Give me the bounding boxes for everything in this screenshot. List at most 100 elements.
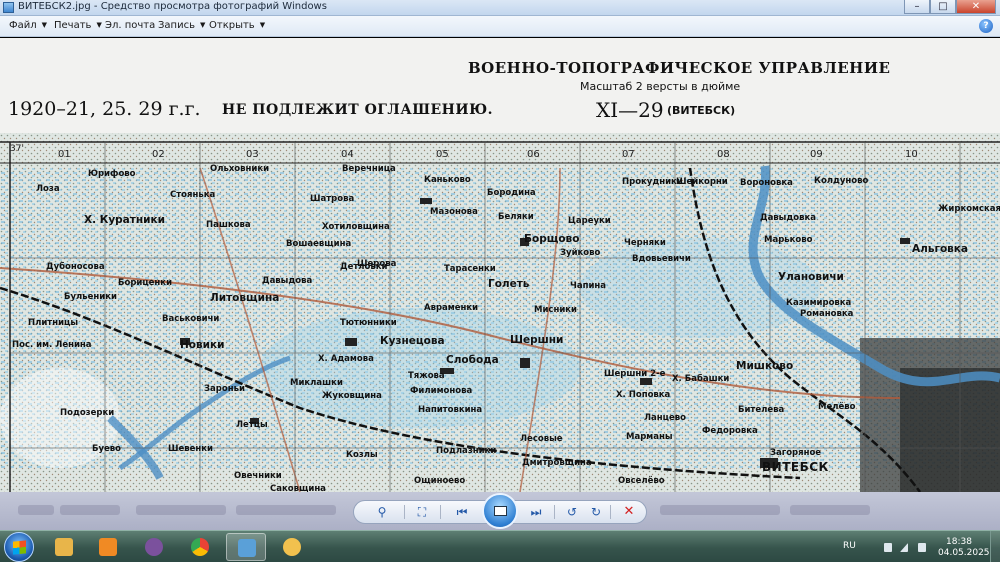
map-column-number: 03 [246, 149, 259, 160]
menu-open[interactable]: Открыть ▼ [209, 20, 265, 31]
delete-icon[interactable]: ✕ [619, 503, 639, 521]
separator [554, 505, 555, 519]
input-language[interactable]: RU [843, 541, 856, 551]
menu-email[interactable]: Эл. почта [105, 20, 155, 31]
map-place-label: Филимонова [410, 386, 473, 396]
media-player-icon [99, 538, 117, 556]
map-place-label: Новики [180, 339, 225, 351]
viewer-toolbar: ⚲ ⛶ ⏮ ⏭ ↺ ↻ ✕ [0, 492, 1000, 530]
taskbar-chrome[interactable] [180, 533, 220, 561]
map-place-label: Летцы [236, 420, 268, 430]
system-clock[interactable]: 18:38 04.05.2025 [938, 537, 990, 559]
map-scale: Масштаб 2 версты в дюйме [580, 80, 741, 93]
start-button[interactable] [4, 532, 34, 562]
chrome-icon [191, 538, 209, 556]
map-place-label: Пос. им. Ленина [12, 340, 92, 350]
map-place-label: Шейкорни [676, 177, 728, 187]
map-secrecy-note: НЕ ПОДЛЕЖИТ ОГЛАШЕНИЮ. [222, 102, 493, 118]
map-place-label: Беляки [498, 212, 534, 222]
window-controls: – □ ✕ [904, 0, 996, 16]
map-place-label: Шершни 2-е [604, 369, 666, 379]
menu-print-label: Печать [54, 20, 92, 31]
volume-icon[interactable] [918, 543, 926, 552]
actual-size-icon[interactable]: ⛶ [412, 503, 432, 521]
zoom-icon[interactable]: ⚲ [372, 503, 392, 521]
map-place-label: Давыдова [262, 276, 313, 286]
map-place-label: Загоряное [770, 448, 822, 458]
next-icon[interactable]: ⏭ [526, 503, 546, 521]
map-place-label: Мишково [736, 360, 794, 372]
previous-icon[interactable]: ⏮ [452, 503, 472, 521]
blurred-status-text [236, 505, 336, 515]
map-place-label: Ощиноево [414, 476, 466, 486]
taskbar-photo-viewer[interactable] [226, 533, 266, 561]
signal-icon[interactable] [900, 543, 908, 552]
map-place-label: Миклашки [290, 378, 343, 388]
clock-date: 04.05.2025 [938, 548, 990, 558]
map-place-label: Цареуки [568, 216, 611, 226]
map-place-label: Юрифово [88, 169, 136, 179]
photo-viewer-icon [238, 539, 256, 557]
map-place-label: Х. Поповка [616, 390, 671, 400]
map-place-label: Дмитровщина [522, 458, 592, 468]
map-place-label: Федоровка [702, 426, 758, 436]
menu-burn-label: Запись [158, 20, 195, 31]
map-place-label: Мазонова [430, 207, 478, 217]
map-place-label: Жуковщина [322, 391, 382, 401]
map-column-number: 04 [341, 149, 354, 160]
map-place-label: Х. Адамова [318, 354, 374, 364]
taskbar-explorer[interactable] [44, 533, 84, 561]
taskbar-media-player[interactable] [88, 533, 128, 561]
map-column-number: 06 [527, 149, 540, 160]
help-icon[interactable]: ? [979, 19, 993, 33]
rotate-right-icon[interactable]: ↻ [586, 503, 606, 521]
map-place-label: Бориценки [118, 278, 173, 288]
separator [404, 505, 405, 519]
taskbar-paint[interactable] [272, 533, 312, 561]
chevron-down-icon: ▼ [41, 21, 48, 29]
minimize-button[interactable]: – [904, 0, 930, 14]
map-city-label: ВИТЕБСК [762, 460, 829, 474]
blurred-status-text [18, 505, 54, 515]
menu-file[interactable]: Файл ▼ [9, 20, 47, 31]
rotate-left-icon[interactable]: ↺ [562, 503, 582, 521]
map-place-label: Веречница [342, 164, 396, 174]
map-place-label: Овселёво [618, 476, 665, 486]
map-place-label: Вошаевщина [286, 239, 352, 249]
map-place-label: Романовка [800, 309, 854, 319]
map-place-label: Улановичи [778, 271, 844, 283]
map-place-label: Ольховники [210, 164, 270, 174]
image-viewport[interactable]: ВОЕННО-ТОПОГРАФИЧЕСКОЕ УПРАВЛЕНИЕ Масшта… [0, 38, 1000, 492]
map-place-label: Х. Куратники [84, 214, 165, 226]
close-button[interactable]: ✕ [956, 0, 996, 14]
menu-print[interactable]: Печать ▼ [54, 20, 102, 31]
photo-viewer-app-icon [3, 2, 14, 13]
map-place-label: Подлазники [436, 446, 497, 456]
map-place-label: Каньково [424, 175, 471, 185]
viber-icon [145, 538, 163, 556]
menu-burn[interactable]: Запись ▼ [158, 20, 205, 31]
map-place-label: Зуйково [560, 248, 601, 258]
map-column-number: 10 [905, 149, 918, 160]
map-place-label: Слобода [446, 354, 499, 366]
map-place-label: Борщово [524, 233, 580, 245]
show-desktop-button[interactable] [990, 531, 1000, 562]
slideshow-button[interactable] [482, 493, 518, 529]
map-place-label: Вдовьевичи [632, 254, 691, 264]
map-place-label: Детловки [340, 262, 388, 272]
map-place-label: Альговка [912, 243, 969, 255]
window-title-bar[interactable]: ВИТЕБСК2.jpg - Средство просмотра фотогр… [0, 0, 1000, 16]
chevron-down-icon: ▼ [259, 21, 266, 29]
map-column-number: 02 [152, 149, 165, 160]
battery-icon[interactable] [884, 543, 892, 552]
map-place-label: Пашкова [206, 220, 251, 230]
taskbar-viber[interactable] [134, 533, 174, 561]
separator [610, 505, 611, 519]
map-place-label: Вороновка [740, 178, 793, 188]
blurred-status-text [660, 505, 780, 515]
maximize-button[interactable]: □ [930, 0, 956, 14]
taskbar: RU 18:38 04.05.2025 [0, 530, 1000, 562]
map-place-label: Лесовые [520, 434, 563, 444]
folder-icon [55, 538, 73, 556]
map-place-label: Тютюнники [340, 318, 397, 328]
